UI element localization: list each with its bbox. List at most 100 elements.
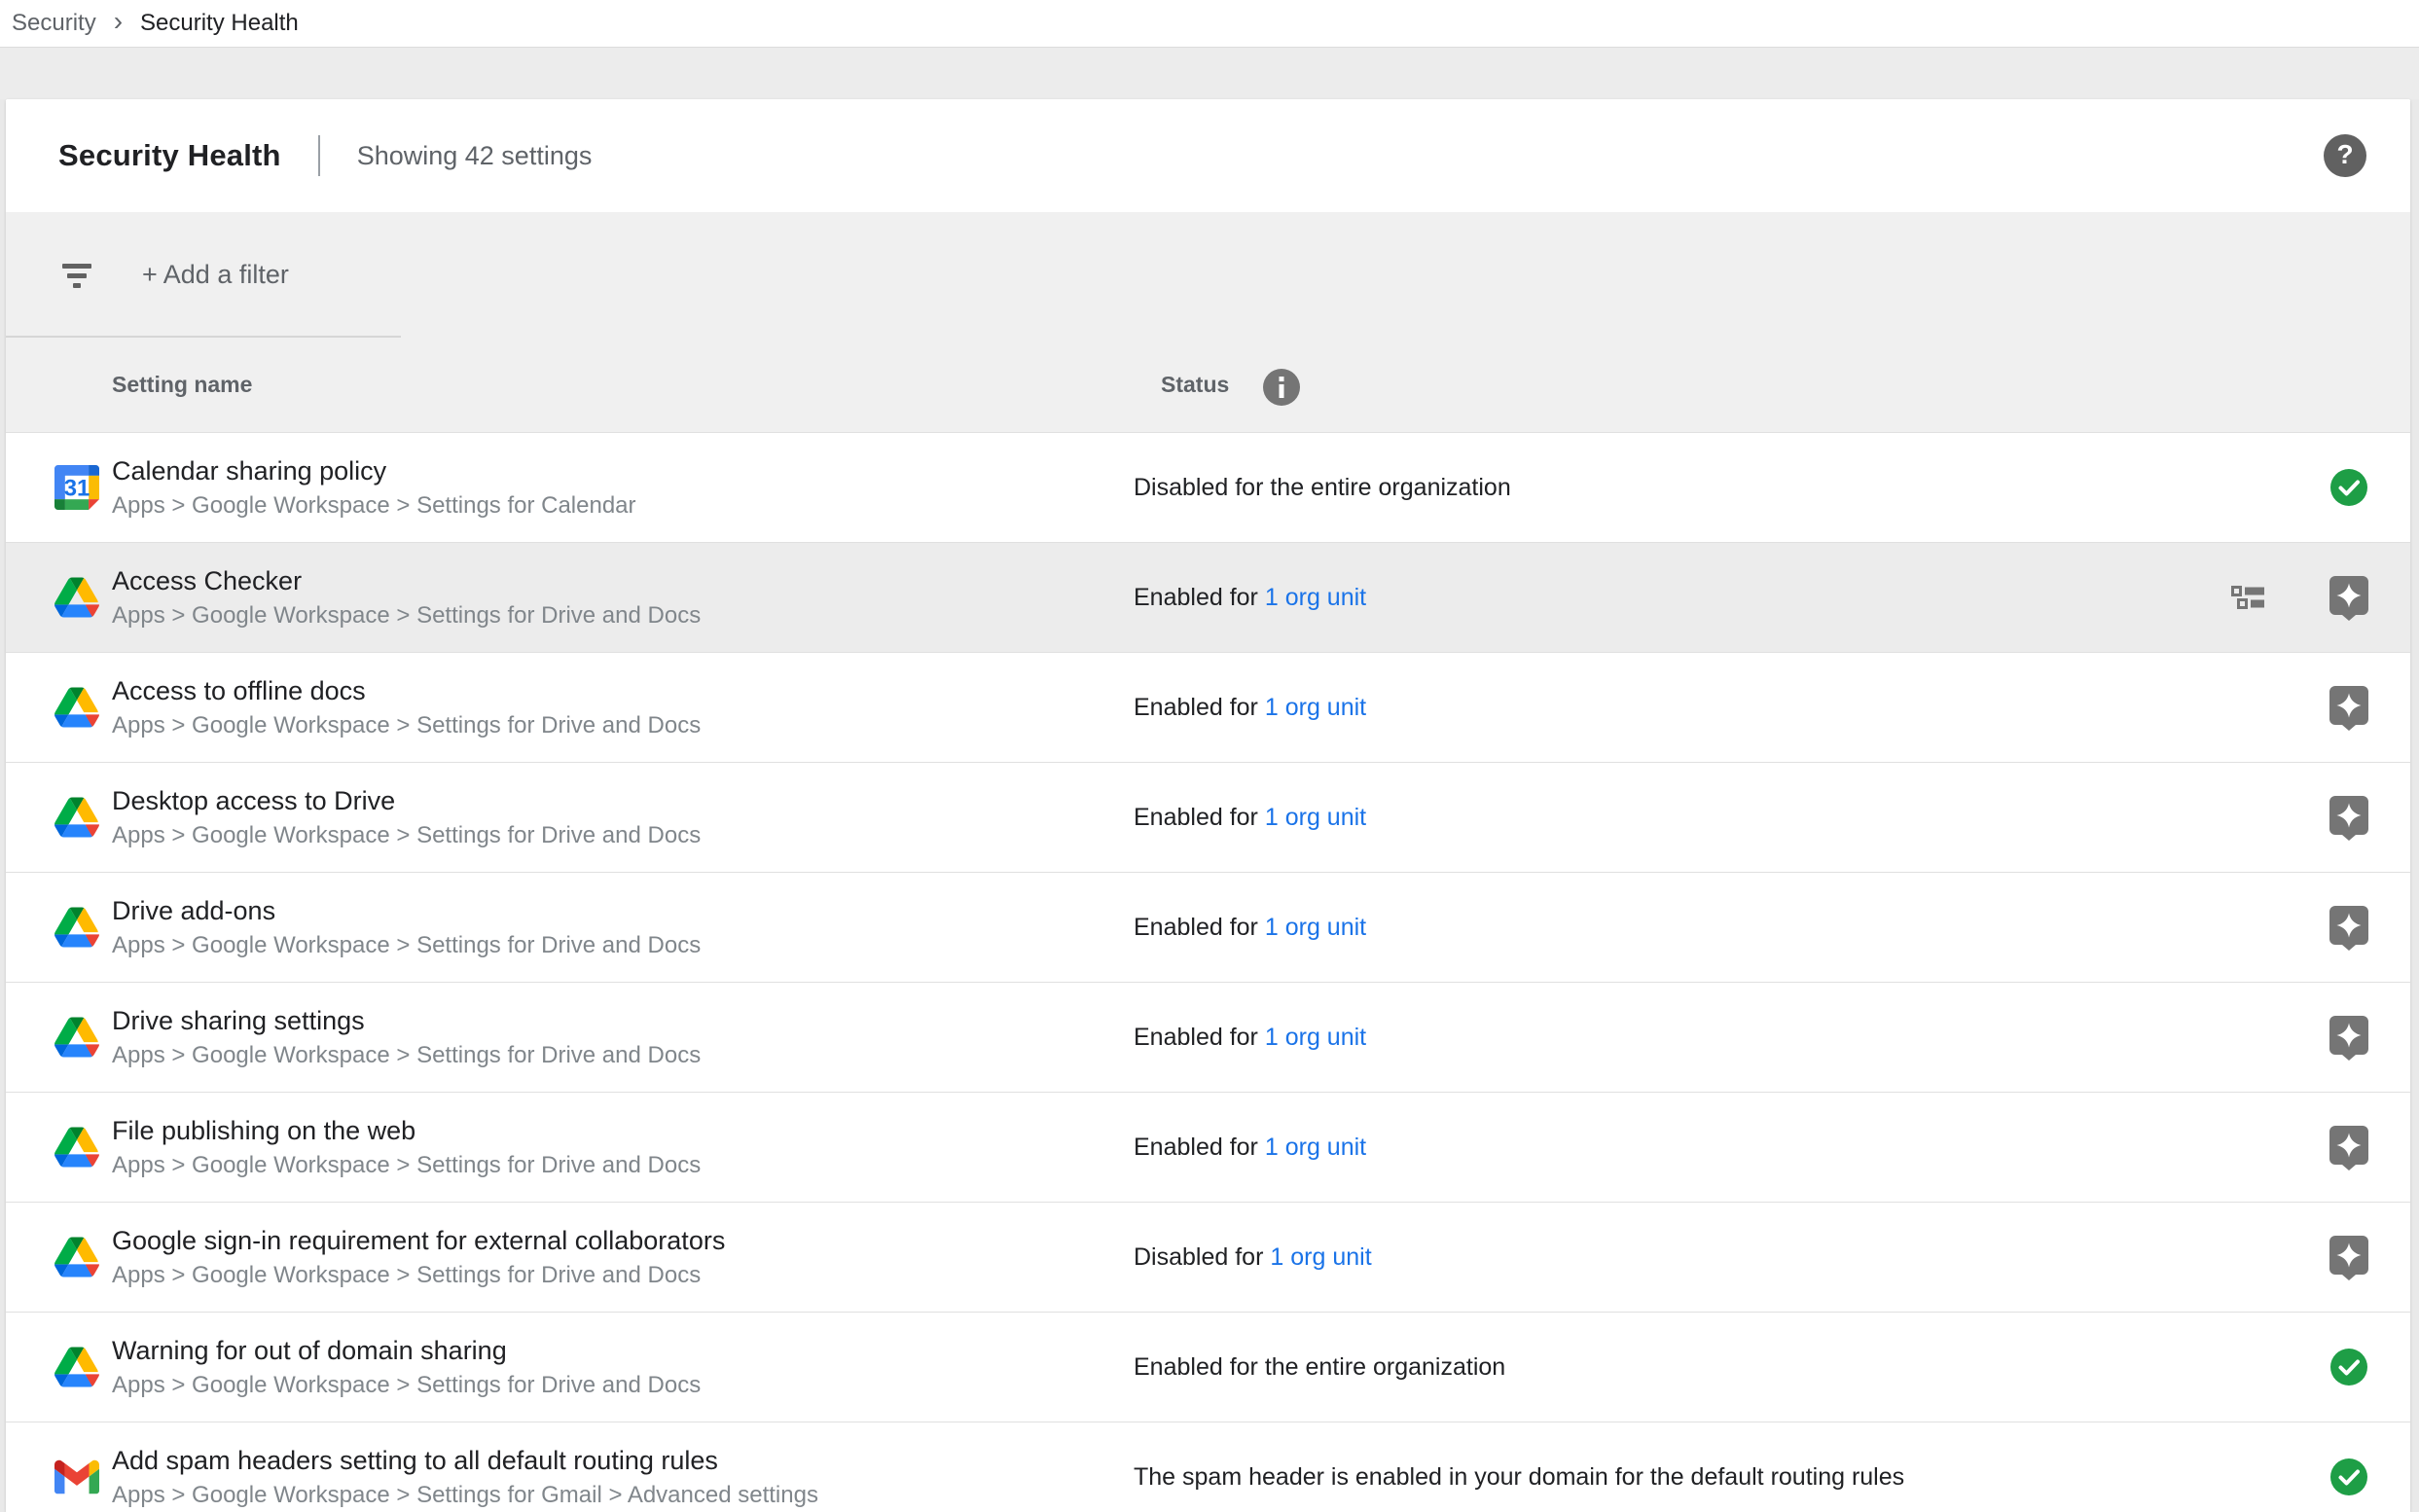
status-info-button[interactable] — [1262, 368, 1301, 407]
drive-icon — [54, 577, 99, 618]
row-actions — [2329, 465, 2369, 511]
setting-text: Calendar sharing policy Apps > Google Wo… — [112, 453, 1134, 522]
org-unit-link[interactable]: 1 org unit — [1265, 804, 1366, 832]
status-text: Disabled for the entire organization — [1134, 474, 1511, 502]
row-actions — [2329, 685, 2369, 731]
recommendation-icon[interactable] — [2329, 575, 2369, 621]
drive-icon — [54, 1237, 99, 1278]
org-unit-link[interactable]: 1 org unit — [1265, 694, 1366, 722]
svg-text:?: ? — [2336, 139, 2353, 169]
add-filter-button[interactable]: + Add a filter — [142, 260, 289, 290]
setting-status: Disabled for 1 org unit — [1134, 1243, 2329, 1272]
recommendation-icon[interactable] — [2329, 905, 2369, 951]
setting-row[interactable]: 31 Warning for out of domain sharing App… — [6, 1313, 2410, 1422]
app-icon: 31 — [54, 904, 100, 951]
setting-name: Desktop access to Drive — [112, 783, 1134, 819]
setting-name: Access Checker — [112, 563, 1134, 599]
setting-row[interactable]: 31 Drive sharing settings Apps > Google … — [6, 983, 2410, 1093]
page-title: Security Health — [58, 138, 281, 173]
title-divider — [318, 135, 320, 176]
filter-bar: + Add a filter — [6, 212, 2410, 338]
setting-path: Apps > Google Workspace > Settings for D… — [112, 709, 1134, 741]
org-units-icon[interactable] — [2231, 586, 2264, 609]
filter-icon — [60, 262, 93, 289]
setting-row[interactable]: 31 Access to offline docs Apps > Google … — [6, 653, 2410, 763]
setting-path: Apps > Google Workspace > Settings for D… — [112, 1259, 1134, 1291]
drive-icon — [54, 907, 99, 948]
recommendation-icon[interactable] — [2329, 1015, 2369, 1061]
drive-icon — [54, 1347, 99, 1387]
setting-path: Apps > Google Workspace > Settings for D… — [112, 1039, 1134, 1071]
setting-path: Apps > Google Workspace > Settings for D… — [112, 1149, 1134, 1181]
setting-path: Apps > Google Workspace > Settings for D… — [112, 1369, 1134, 1401]
setting-text: File publishing on the web Apps > Google… — [112, 1113, 1134, 1181]
drive-icon — [54, 797, 99, 838]
setting-row[interactable]: 31 Add spam headers setting to all defau… — [6, 1422, 2410, 1512]
row-actions — [2329, 1345, 2369, 1390]
status-text: Enabled for — [1134, 804, 1258, 832]
settings-count: Showing 42 settings — [357, 141, 593, 171]
filter-area: + Add a filter Setting name Status — [6, 212, 2410, 433]
status-text: Enabled for — [1134, 694, 1258, 722]
setting-text: Drive add-ons Apps > Google Workspace > … — [112, 893, 1134, 961]
app-icon: 31 — [54, 1124, 100, 1170]
org-unit-link[interactable]: 1 org unit — [1265, 584, 1366, 612]
column-setting-name: Setting name — [112, 372, 1161, 398]
setting-row[interactable]: 31 Access Checker Apps > Google Workspac… — [6, 543, 2410, 653]
breadcrumb-security[interactable]: Security — [12, 10, 96, 37]
setting-row[interactable]: 31 Desktop access to Drive Apps > Google… — [6, 763, 2410, 873]
setting-status: Enabled for 1 org unit — [1134, 694, 2329, 722]
setting-row[interactable]: 31 Drive add-ons Apps > Google Workspace… — [6, 873, 2410, 983]
setting-name: Drive sharing settings — [112, 1003, 1134, 1039]
setting-name: Access to offline docs — [112, 673, 1134, 709]
org-unit-link[interactable]: 1 org unit — [1270, 1243, 1371, 1272]
security-health-card: Security Health Showing 42 settings ? — [6, 99, 2410, 1512]
setting-row[interactable]: 31 Google sign-in requirement for extern… — [6, 1203, 2410, 1313]
app-icon: 31 — [54, 1344, 100, 1390]
setting-name: Warning for out of domain sharing — [112, 1333, 1134, 1369]
setting-path: Apps > Google Workspace > Settings for D… — [112, 929, 1134, 961]
setting-text: Add spam headers setting to all default … — [112, 1443, 1134, 1511]
setting-name: Add spam headers setting to all default … — [112, 1443, 1134, 1479]
app-icon: 31 — [54, 684, 100, 731]
status-ok-icon — [2329, 1455, 2369, 1500]
setting-status: The spam header is enabled in your domai… — [1134, 1463, 2329, 1492]
breadcrumb: Security › Security Health — [0, 0, 2419, 47]
setting-path: Apps > Google Workspace > Settings for C… — [112, 489, 1134, 522]
row-actions — [2329, 1125, 2369, 1170]
status-text: Enabled for — [1134, 1024, 1258, 1052]
settings-list: 31 Calendar sharing policy Apps > Google… — [6, 433, 2410, 1512]
column-status: Status — [1161, 372, 1229, 398]
card-header: Security Health Showing 42 settings ? — [6, 99, 2410, 212]
table-header-row: Setting name Status — [6, 338, 2410, 433]
setting-row[interactable]: 31 Calendar sharing policy Apps > Google… — [6, 433, 2410, 543]
help-button[interactable]: ? — [2323, 133, 2367, 178]
setting-row[interactable]: 31 File publishing on the web Apps > Goo… — [6, 1093, 2410, 1203]
setting-text: Warning for out of domain sharing Apps >… — [112, 1333, 1134, 1401]
org-unit-link[interactable]: 1 org unit — [1265, 914, 1366, 942]
setting-text: Google sign-in requirement for external … — [112, 1223, 1134, 1291]
status-ok-icon — [2329, 1345, 2369, 1390]
setting-status: Enabled for 1 org unit — [1134, 1024, 2329, 1052]
recommendation-icon[interactable] — [2329, 1235, 2369, 1280]
org-unit-link[interactable]: 1 org unit — [1265, 1134, 1366, 1162]
drive-icon — [54, 1017, 99, 1058]
row-actions — [2329, 905, 2369, 951]
chevron-right-icon: › — [114, 10, 123, 33]
row-actions — [2329, 1455, 2369, 1500]
calendar-icon: 31 — [54, 465, 99, 510]
setting-name: Drive add-ons — [112, 893, 1134, 929]
recommendation-icon[interactable] — [2329, 685, 2369, 731]
drive-icon — [54, 1127, 99, 1168]
setting-path: Apps > Google Workspace > Settings for D… — [112, 599, 1134, 631]
status-text: Enabled for — [1134, 584, 1258, 612]
setting-path: Apps > Google Workspace > Settings for D… — [112, 819, 1134, 851]
info-icon — [1262, 395, 1301, 410]
status-ok-icon — [2329, 465, 2369, 511]
recommendation-icon[interactable] — [2329, 1125, 2369, 1170]
status-text: Enabled for — [1134, 914, 1258, 942]
security-health-page: Security › Security Health Security Heal… — [0, 0, 2419, 1512]
setting-status: Enabled for the entire organization — [1134, 1353, 2329, 1382]
org-unit-link[interactable]: 1 org unit — [1265, 1024, 1366, 1052]
recommendation-icon[interactable] — [2329, 795, 2369, 841]
